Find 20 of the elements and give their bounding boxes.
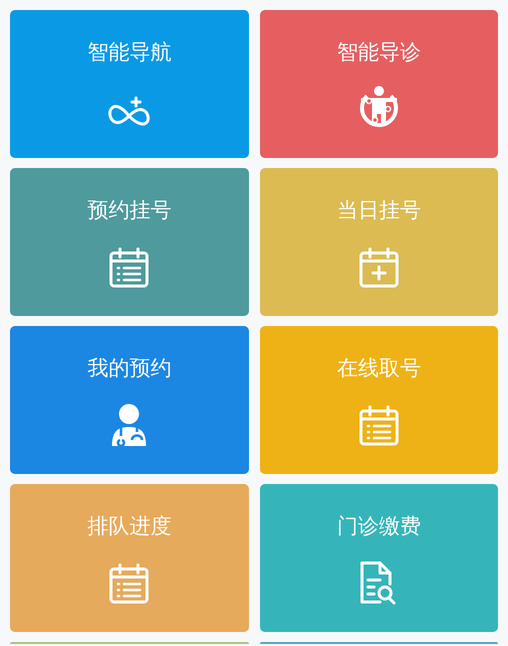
- calendar-list-icon: [107, 246, 152, 290]
- menu-tile[interactable]: 预约挂号: [10, 168, 248, 316]
- menu-tile[interactable]: 门诊缴费: [260, 484, 498, 632]
- menu-tile[interactable]: 排队进度: [10, 484, 248, 632]
- calendar-list-icon: [356, 404, 401, 448]
- tile-label: 预约挂号: [87, 200, 172, 221]
- menu-tile[interactable]: 在线取号: [260, 326, 498, 474]
- calendar-list-icon: [107, 562, 152, 606]
- calendar-plus-icon: [356, 246, 401, 290]
- menu-tile[interactable]: 智能导航: [10, 10, 248, 158]
- tile-label: 排队进度: [87, 516, 172, 537]
- tile-label: 门诊缴费: [336, 516, 421, 537]
- menu-tile[interactable]: 当日挂号: [260, 168, 498, 316]
- tile-label: 我的预约: [87, 358, 172, 379]
- tile-label: 智能导诊: [336, 42, 421, 63]
- tile-label: 在线取号: [336, 358, 421, 379]
- menu-tile[interactable]: 智能导诊: [260, 10, 498, 158]
- tile-label: 智能导航: [87, 42, 172, 63]
- menu-tile[interactable]: 我的预约: [10, 326, 248, 474]
- tile-label: 当日挂号: [336, 200, 421, 221]
